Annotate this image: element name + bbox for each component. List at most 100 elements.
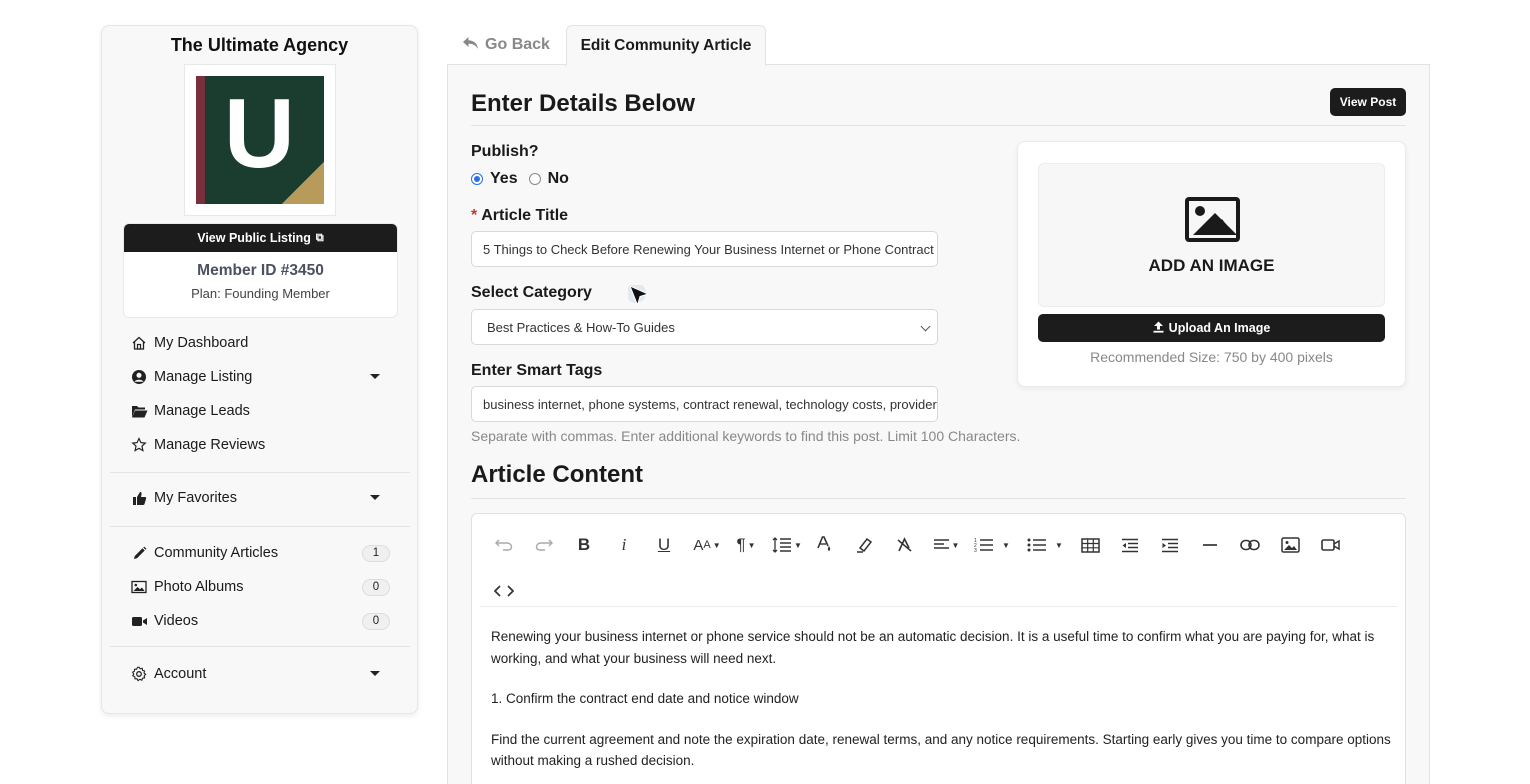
agency-logo: U [196,76,324,204]
chevron-down-icon[interactable] [370,671,380,676]
sidebar-item-community-articles[interactable]: Community Articles 1 [110,536,410,570]
sidebar-nav: My Dashboard Manage Listing Manage Leads… [110,326,410,462]
italic-icon[interactable]: i [608,530,640,560]
paragraph-icon[interactable]: ¶ ▼ [730,530,762,560]
sidebar-item-favorites[interactable]: My Favorites [110,481,410,515]
chevron-down-icon[interactable] [370,374,380,379]
svg-text:3: 3 [974,548,977,553]
sidebar-item-dashboard[interactable]: My Dashboard [110,326,410,360]
sidebar-item-videos[interactable]: Videos 0 [110,604,410,638]
table-icon[interactable] [1074,530,1106,560]
image-placeholder-icon [1185,197,1240,242]
font-size-icon[interactable]: A A ▼ [688,530,726,560]
highlight-icon[interactable] [848,530,880,560]
mouse-cursor-icon [626,283,652,309]
clear-format-icon[interactable] [888,530,920,560]
image-drop-zone[interactable]: ADD AN IMAGE [1038,163,1385,307]
sidebar-item-label: My Favorites [154,490,237,506]
sidebar-item-label: Community Articles [154,545,279,561]
undo-icon[interactable] [488,530,520,560]
sidebar-item-label: Account [154,666,207,682]
add-image-label: ADD AN IMAGE [1148,256,1275,275]
publish-yes-radio[interactable] [471,173,483,185]
tab-go-back[interactable]: Go Back [448,25,564,65]
member-plan: Plan: Founding Member [191,286,330,301]
publish-no-label[interactable]: No [548,170,569,188]
sidebar-item-label: Manage Leads [154,403,250,419]
horizontal-rule-icon[interactable] [1194,530,1226,560]
outdent-icon[interactable] [1114,530,1146,560]
underline-icon[interactable]: U [648,530,680,560]
upload-image-button[interactable]: Upload An Image [1038,314,1385,342]
article-content-title: Article Content [471,461,644,488]
member-id: Member ID #3450 [197,262,324,279]
article-title-label: * Article Title [471,207,568,225]
image-icon [130,578,148,596]
bullet-list-icon[interactable]: ▼ [1025,530,1065,560]
sidebar-content-nav: Community Articles 1 Photo Albums 0 Vide… [110,536,410,638]
home-icon [130,334,148,352]
image-upload-card: ADD AN IMAGE Upload An Image Recommended… [1017,141,1406,387]
sidebar-item-label: Manage Listing [154,369,253,385]
link-icon[interactable] [1234,530,1266,560]
sidebar: The Ultimate Agency U View Public Listin… [101,25,418,714]
pencil-icon [130,544,148,562]
align-icon[interactable]: ▼ [928,530,964,560]
indent-icon[interactable] [1154,530,1186,560]
content-divider [471,498,1406,499]
agency-name: The Ultimate Agency [170,35,349,55]
sidebar-item-manage-listing[interactable]: Manage Listing [110,360,410,394]
view-public-listing-button[interactable]: View Public Listing ⧉ [124,224,397,252]
publish-radio-group: Yes No [471,170,569,188]
gear-icon [130,665,148,683]
sidebar-item-label: Videos [154,613,199,629]
page-title: Enter Details Below [471,90,696,117]
sidebar-item-label: My Dashboard [154,335,249,351]
sidebar-item-label: Manage Reviews [154,437,266,453]
tab-edit-community-article[interactable]: Edit Community Article [566,25,766,66]
ordered-list-icon[interactable]: 1 2 3 ▼ [972,530,1012,560]
smart-tags-help: Separate with commas. Enter additional k… [471,428,1021,444]
sidebar-divider [110,526,410,527]
folder-open-icon [130,402,148,420]
view-post-button[interactable]: View Post [1330,88,1406,116]
editor-paragraph: 1. Confirm the contract end date and not… [491,691,799,706]
chevron-down-icon[interactable] [370,495,380,500]
redo-icon[interactable] [528,530,560,560]
chevron-down-icon [920,321,931,332]
sidebar-item-manage-leads[interactable]: Manage Leads [110,394,410,428]
category-select[interactable]: Best Practices & How-To Guides [471,309,938,345]
smart-tags-input[interactable]: business internet, phone systems, contra… [471,386,938,422]
view-public-listing-label: View Public Listing [197,231,311,245]
upload-image-label: Upload An Image [1168,321,1271,335]
reply-arrow-icon [462,36,479,55]
publish-yes-label[interactable]: Yes [490,170,518,188]
publish-no-radio[interactable] [528,173,541,185]
rich-text-editor: B i U A A ▼ ¶ ▼ ▼ ▼ 1 2 3 ▼ ▼ Renewing y… [471,513,1406,784]
sidebar-favorites: My Favorites [110,481,410,515]
count-badge: 0 [362,613,390,630]
text-color-icon[interactable] [808,530,840,560]
editor-paragraph: Renewing your business internet or phone… [491,629,1375,666]
star-icon [130,436,148,454]
thumbs-up-icon [130,489,148,507]
sidebar-item-photo-albums[interactable]: Photo Albums 0 [110,570,410,604]
member-card: View Public Listing ⧉ Member ID #3450 Pl… [123,223,398,318]
insert-video-icon[interactable] [1314,530,1346,560]
upload-icon [1153,321,1164,336]
sidebar-item-manage-reviews[interactable]: Manage Reviews [110,428,410,462]
sidebar-item-account[interactable]: Account [110,657,410,691]
article-title-input[interactable]: 5 Things to Check Before Renewing Your B… [471,231,938,267]
category-label: Select Category [471,284,592,301]
user-circle-icon [130,368,148,386]
insert-image-icon[interactable] [1274,530,1306,560]
line-height-icon[interactable]: ▼ [769,530,805,560]
sidebar-divider [110,646,410,647]
editor-content[interactable]: Renewing your business internet or phone… [491,626,1391,784]
sidebar-item-label: Photo Albums [154,579,244,595]
sidebar-account: Account [110,657,410,691]
code-view-icon[interactable] [488,576,520,606]
tab-label: Edit Community Article [580,37,752,54]
tab-label: Go Back [485,36,550,53]
bold-icon[interactable]: B [568,530,600,560]
